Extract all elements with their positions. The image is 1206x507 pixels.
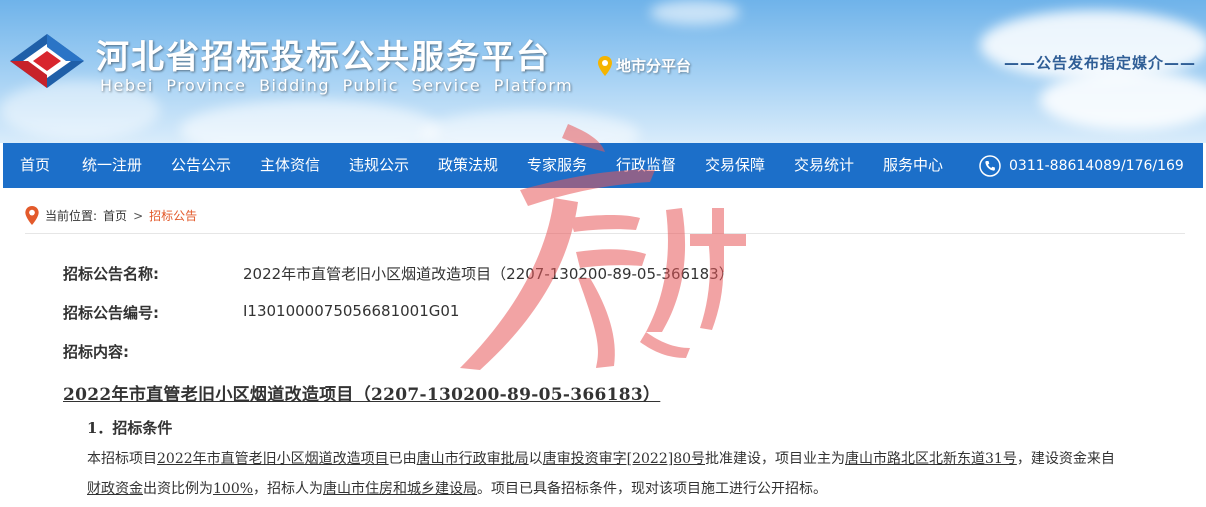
section-heading: 1．招标条件 [87, 419, 173, 437]
breadcrumb-home[interactable]: 首页 [103, 207, 127, 224]
nav-item-supervision[interactable]: 行政监督 [616, 143, 676, 188]
nav-item-statistics[interactable]: 交易统计 [794, 143, 854, 188]
site-header: 河北省招标投标公共服务平台 Hebei Province Bidding Pub… [0, 0, 1206, 143]
main-content: 当前位置: 首页 > 招标公告 招标公告名称: 2022年市直管老旧小区烟道改造… [3, 188, 1203, 507]
location-pin-icon [598, 55, 612, 76]
nav-item-violations[interactable]: 违规公示 [349, 143, 409, 188]
document-title: 2022年市直管老旧小区烟道改造项目（2207-130200-89-05-366… [63, 385, 661, 405]
site-title: 河北省招标投标公共服务平台 [96, 37, 551, 76]
main-nav: 首页 统一注册 公告公示 主体资信 违规公示 政策法规 专家服务 行政监督 交易… [3, 143, 1203, 188]
notice-number-label: 招标公告编号: [63, 304, 159, 322]
site-subtitle: Hebei Province Bidding Public Service Pl… [100, 76, 574, 95]
city-platform-link[interactable]: 地市分平台 [598, 55, 691, 76]
nav-item-announcements[interactable]: 公告公示 [171, 143, 231, 188]
location-pin-icon [25, 206, 39, 225]
divider [25, 233, 1185, 234]
breadcrumb-prefix: 当前位置: [45, 209, 98, 223]
tender-conditions-paragraph: 本招标项目2022年市直管老旧小区烟道改造项目已由唐山市行政审批局以唐审投资审字… [87, 451, 1115, 497]
notice-name-value: 2022年市直管老旧小区烟道改造项目（2207-130200-89-05-366… [243, 265, 734, 283]
notice-content-label: 招标内容: [63, 343, 129, 361]
phone-icon [979, 154, 1001, 177]
nav-item-policies[interactable]: 政策法规 [438, 143, 498, 188]
notice-number-value: I1301000075056681001G01 [243, 302, 460, 320]
breadcrumb: 当前位置: 首页 > 招标公告 [25, 206, 197, 225]
nav-item-register[interactable]: 统一注册 [82, 143, 142, 188]
breadcrumb-current[interactable]: 招标公告 [149, 207, 197, 224]
nav-item-service-center[interactable]: 服务中心 [883, 143, 943, 188]
hotline-number: 0311-88614089/176/169 [1009, 157, 1184, 174]
nav-item-credit[interactable]: 主体资信 [260, 143, 320, 188]
nav-item-home[interactable]: 首页 [20, 143, 50, 188]
notice-name-label: 招标公告名称: [63, 265, 159, 283]
platform-logo[interactable] [8, 32, 86, 90]
city-platform-label: 地市分平台 [616, 57, 692, 75]
nav-item-expert-service[interactable]: 专家服务 [527, 143, 587, 188]
breadcrumb-separator: > [133, 208, 144, 223]
nav-item-guarantee[interactable]: 交易保障 [705, 143, 765, 188]
hotline: 0311-88614089/176/169 [979, 143, 1184, 188]
slogan: ——公告发布指定媒介—— [1003, 54, 1196, 72]
